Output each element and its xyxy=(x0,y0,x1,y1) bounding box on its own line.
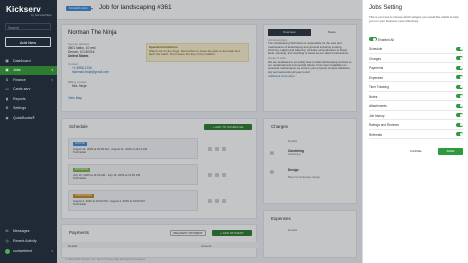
sidebar: Kickserv by ServiceTitan Search Add New … xyxy=(0,0,57,263)
app-logo-sub: by ServiceTitan xyxy=(31,13,52,17)
dollar-icon: $ xyxy=(6,77,8,82)
panel-description: This is your tool to choose which widget… xyxy=(369,15,459,23)
sidebar-item-label: QuickBooks® xyxy=(13,115,35,120)
setting-label: Attachments xyxy=(369,104,387,108)
setting-row-referrals: Referrals xyxy=(369,130,463,139)
setting-toggle[interactable] xyxy=(455,46,463,51)
setting-toggle[interactable] xyxy=(455,113,463,117)
enabled-all-label: Enabled All xyxy=(378,37,394,42)
setting-label: Schedule xyxy=(369,47,383,51)
sidebar-item-settings[interactable]: ⚙ Settings xyxy=(0,104,57,114)
sidebar-item-account[interactable]: coolwebtest ▾ xyxy=(0,246,57,256)
sidebar-item-messages[interactable]: ✉ Messages xyxy=(0,226,57,236)
setting-label: Time Tracking xyxy=(369,85,389,89)
save-button[interactable]: SAVE xyxy=(438,148,463,155)
sidebar-item-finance[interactable]: $ Finance ▾ xyxy=(0,75,57,85)
setting-row-expenses: Expenses xyxy=(369,73,463,82)
sidebar-item-label: Reports xyxy=(13,96,26,101)
setting-row-charges: Charges xyxy=(369,54,463,63)
gear-icon: ⚙ xyxy=(5,106,9,111)
sidebar-item-label: coolwebtest xyxy=(13,249,32,253)
sidebar-item-label: Recent Activity xyxy=(13,239,37,243)
sidebar-item-recent-activity[interactable]: ◷ Recent Activity xyxy=(0,236,57,246)
setting-toggle[interactable] xyxy=(455,132,463,136)
sidebar-item-label: Dashboard xyxy=(13,58,31,63)
avatar-icon xyxy=(5,248,10,254)
sidebar-item-label: Messages xyxy=(13,229,30,233)
setting-row-ratings: Ratings and Reviews xyxy=(369,120,463,130)
sidebar-nav: ▦ Dashboard ▣ Jobs ▾ $ Finance ▾ ▭ Cards… xyxy=(0,56,57,123)
setting-toggle[interactable] xyxy=(455,94,463,98)
setting-label: Referrals xyxy=(369,132,382,137)
setting-toggle[interactable] xyxy=(455,122,463,127)
card-icon: ▭ xyxy=(5,87,9,92)
page-footer: © 2006-2025 Kickserv, Inc. Terms Privacy… xyxy=(65,258,146,261)
chevron-down-icon: ▾ xyxy=(51,68,53,73)
quickbooks-icon: ◉ xyxy=(5,115,9,120)
message-icon: ✉ xyxy=(5,229,9,233)
setting-toggle[interactable] xyxy=(455,56,463,60)
setting-label: Job history xyxy=(369,113,385,118)
setting-label: Expenses xyxy=(369,75,383,80)
setting-row-time-tracking: Time Tracking xyxy=(369,82,463,92)
setting-row-schedule: Schedule xyxy=(369,44,463,54)
chevron-down-icon: ▾ xyxy=(51,249,53,253)
setting-toggle[interactable] xyxy=(455,65,463,70)
setting-row-attachments: Attachments xyxy=(369,101,463,111)
enabled-all-toggle[interactable] xyxy=(369,37,377,41)
setting-toggle[interactable] xyxy=(455,103,463,108)
setting-row-payments: Payments xyxy=(369,63,463,73)
sidebar-item-label: Settings xyxy=(13,106,26,111)
setting-row-job-history: Job history xyxy=(369,111,463,120)
sidebar-item-quickbooks[interactable]: ◉ QuickBooks® xyxy=(0,113,57,123)
sidebar-item-label: Jobs xyxy=(13,68,21,73)
sidebar-item-reports[interactable]: ▮ Reports xyxy=(0,94,57,104)
setting-label: Payments xyxy=(369,66,384,70)
sidebar-item-label: Cards serv xyxy=(13,87,31,92)
add-new-button[interactable]: Add New xyxy=(5,37,51,47)
chart-icon: ▮ xyxy=(6,96,8,101)
setting-toggle[interactable] xyxy=(455,75,463,79)
setting-label: Ratings and Reviews xyxy=(369,123,399,127)
setting-label: Notes xyxy=(369,94,378,99)
sidebar-item-jobs[interactable]: ▣ Jobs ▾ xyxy=(0,65,57,75)
dashboard-icon: ▦ xyxy=(5,58,9,63)
sidebar-item-dashboard[interactable]: ▦ Dashboard xyxy=(0,56,57,66)
jobs-setting-panel: Jobs Setting This is your tool to choose… xyxy=(362,0,468,263)
chevron-down-icon: ▾ xyxy=(51,77,53,82)
panel-title: Jobs Setting xyxy=(369,5,403,11)
briefcase-icon: ▣ xyxy=(5,68,9,73)
search-input[interactable]: Search xyxy=(5,23,51,30)
clock-icon: ◷ xyxy=(5,239,9,243)
setting-row-notes: Notes xyxy=(369,92,463,101)
sidebar-item-cards[interactable]: ▭ Cards serv xyxy=(0,85,57,95)
setting-toggle[interactable] xyxy=(455,84,463,89)
sidebar-bottom: ✉ Messages ◷ Recent Activity coolwebtest… xyxy=(0,226,57,256)
setting-label: Charges xyxy=(369,56,382,61)
sidebar-item-label: Finance xyxy=(13,77,26,82)
cancel-button[interactable]: CANCEL xyxy=(406,148,426,155)
